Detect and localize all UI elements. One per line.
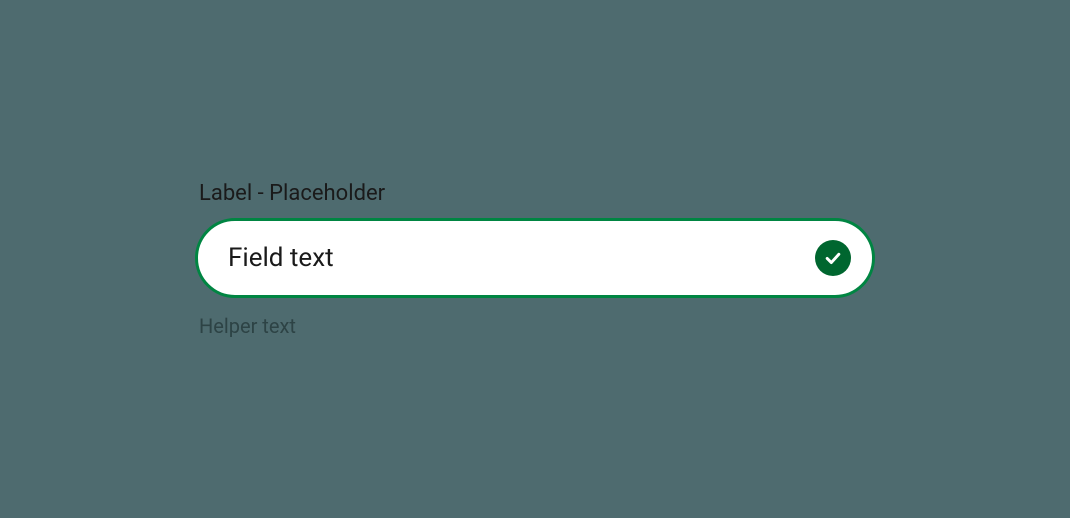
check-success-icon <box>815 240 851 276</box>
text-field-group: Label - Placeholder Helper text <box>195 181 875 338</box>
field-label: Label - Placeholder <box>199 181 875 206</box>
text-input[interactable] <box>195 218 875 298</box>
helper-text: Helper text <box>199 314 875 338</box>
input-wrapper <box>195 218 875 298</box>
